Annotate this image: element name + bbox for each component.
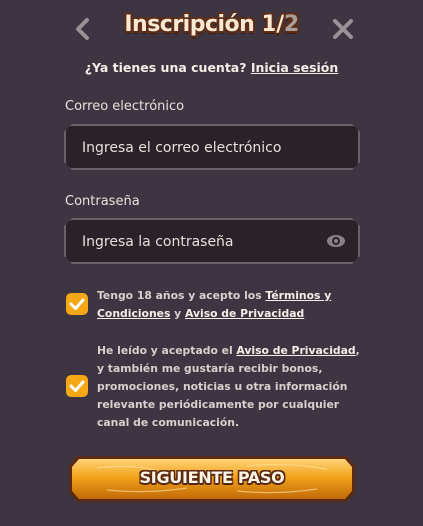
terms-prefix: Tengo 18 años y acepto los	[97, 289, 266, 302]
email-field-wrapper	[64, 124, 360, 170]
page-title: Inscripción 1/2	[0, 12, 423, 37]
email-field[interactable]	[80, 126, 324, 170]
terms-middle: y	[170, 307, 185, 320]
password-label: Contraseña	[65, 194, 140, 209]
title-separator: /	[276, 12, 284, 37]
title-total: 2	[283, 12, 299, 37]
close-icon[interactable]	[328, 14, 358, 44]
eye-icon[interactable]	[326, 232, 346, 250]
header: Inscripción 1/2	[0, 0, 423, 60]
next-step-label: SIGUIENTE PASO	[139, 468, 285, 487]
marketing-privacy-link[interactable]: Aviso de Privacidad	[236, 344, 355, 357]
privacy-link[interactable]: Aviso de Privacidad	[185, 307, 304, 320]
terms-text: Tengo 18 años y acepto los Términos y Co…	[97, 287, 367, 323]
next-step-button[interactable]: SIGUIENTE PASO	[67, 454, 357, 504]
password-field-wrapper	[64, 218, 360, 264]
login-link[interactable]: Inicia sesión	[251, 60, 338, 75]
login-prompt: ¿Ya tienes una cuenta? Inicia sesión	[0, 60, 423, 75]
password-field[interactable]	[80, 220, 324, 264]
terms-checkbox[interactable]	[66, 293, 88, 315]
title-main: Inscripción 1	[124, 12, 277, 37]
email-label: Correo electrónico	[65, 99, 185, 114]
marketing-text: He leído y aceptado el Aviso de Privacid…	[97, 342, 367, 432]
marketing-checkbox[interactable]	[66, 375, 88, 397]
login-prompt-text: ¿Ya tienes una cuenta?	[84, 60, 247, 75]
marketing-prefix: He leído y aceptado el	[97, 344, 237, 357]
